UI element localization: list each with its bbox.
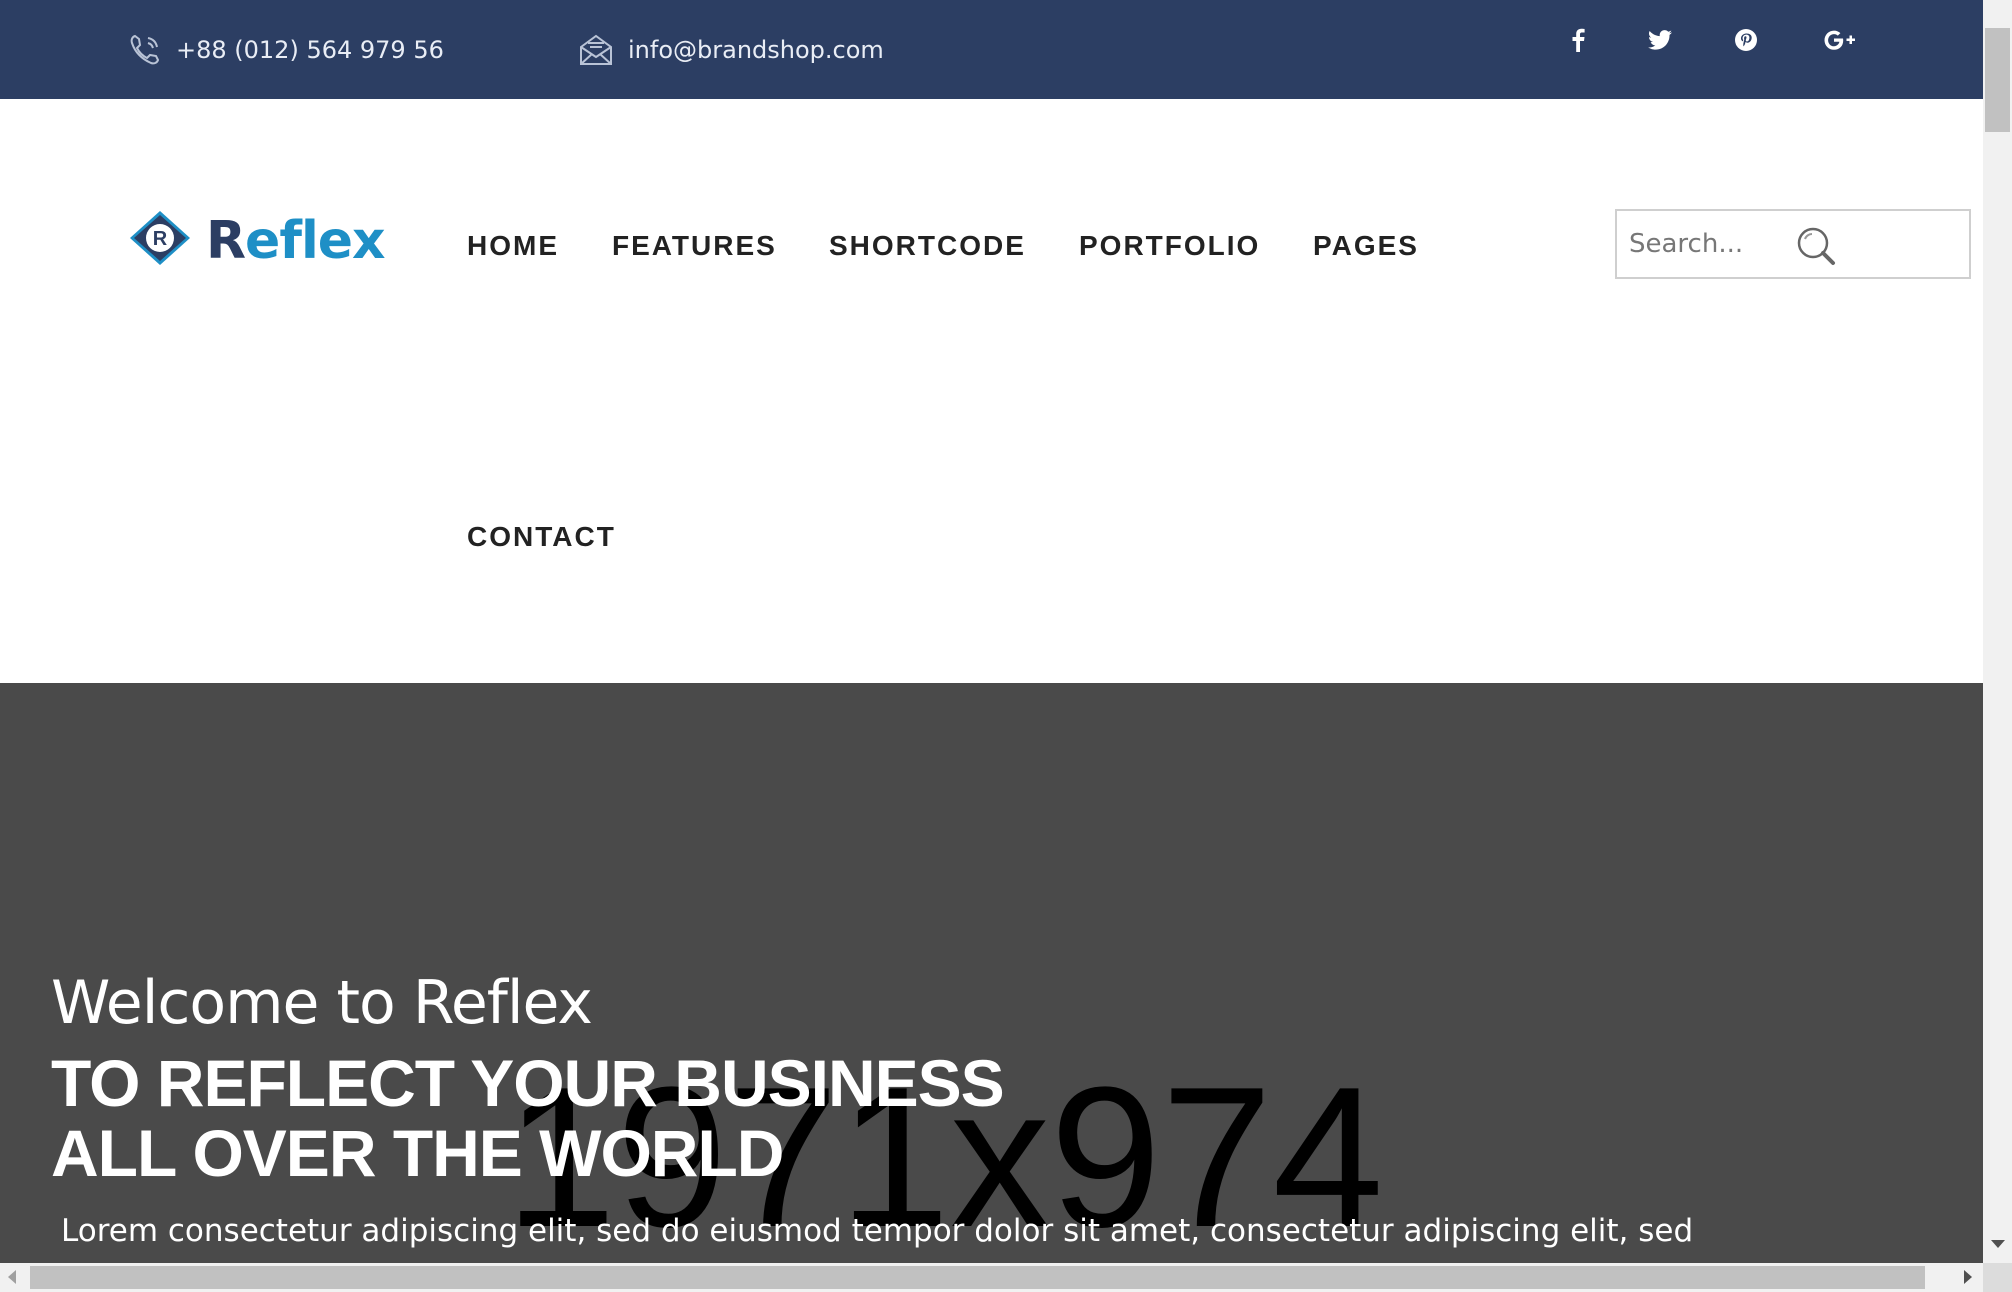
- pinterest-icon[interactable]: [1730, 20, 1762, 60]
- phone-contact[interactable]: +88 (012) 564 979 56: [128, 0, 444, 99]
- nav-home[interactable]: HOME: [467, 230, 559, 262]
- phone-icon: [128, 33, 162, 67]
- svg-text:R: R: [153, 228, 168, 250]
- vertical-scrollbar[interactable]: [1983, 0, 2012, 1263]
- nav-contact[interactable]: CONTACT: [467, 521, 616, 553]
- hero-headline-line1: TO REFLECT YOUR BUSINESS: [51, 1046, 1005, 1120]
- email-contact[interactable]: info@brandshop.com: [578, 0, 884, 99]
- logo[interactable]: R Reflex: [128, 209, 386, 272]
- site-header: R Reflex HOME FEATURES SHORTCODE PORTFOL…: [0, 99, 1983, 683]
- horizontal-scrollbar-thumb[interactable]: [30, 1266, 1925, 1289]
- phone-number: +88 (012) 564 979 56: [176, 35, 444, 64]
- scroll-down-arrow-icon[interactable]: [1991, 1240, 2005, 1248]
- hero-body-text: Lorem consectetur adipiscing elit, sed d…: [61, 1213, 1694, 1249]
- logo-text-rest: eflex: [245, 210, 386, 271]
- scroll-right-arrow-icon[interactable]: [1964, 1270, 1972, 1284]
- top-bar: +88 (012) 564 979 56 info@brandshop.com: [0, 0, 1983, 99]
- scrollbar-corner: [1983, 1263, 2012, 1292]
- search-box: [1615, 209, 1971, 279]
- search-icon[interactable]: [1795, 225, 1839, 274]
- nav-features[interactable]: FEATURES: [612, 230, 777, 262]
- hero-headline: TO REFLECT YOUR BUSINESS ALL OVER THE WO…: [51, 1046, 1005, 1190]
- scroll-left-arrow-icon[interactable]: [8, 1270, 16, 1284]
- facebook-icon[interactable]: [1563, 20, 1593, 60]
- google-plus-icon[interactable]: [1820, 20, 1860, 60]
- nav-shortcode[interactable]: SHORTCODE: [829, 230, 1026, 262]
- email-address: info@brandshop.com: [628, 35, 884, 64]
- logo-text: Reflex: [206, 210, 386, 271]
- hero-headline-line2: ALL OVER THE WORLD: [51, 1116, 784, 1190]
- logo-icon: R: [128, 209, 192, 272]
- vertical-scrollbar-thumb[interactable]: [1985, 28, 2010, 132]
- nav-pages[interactable]: PAGES: [1313, 230, 1419, 262]
- envelope-icon: [578, 33, 614, 67]
- nav-portfolio[interactable]: PORTFOLIO: [1079, 230, 1260, 262]
- twitter-icon[interactable]: [1644, 20, 1676, 60]
- logo-text-r: R: [206, 210, 246, 271]
- hero-welcome: Welcome to Reflex: [51, 968, 593, 1038]
- hero-banner: 1971x974 Welcome to Reflex TO REFLECT YO…: [0, 683, 1983, 1263]
- search-input[interactable]: [1627, 223, 1807, 265]
